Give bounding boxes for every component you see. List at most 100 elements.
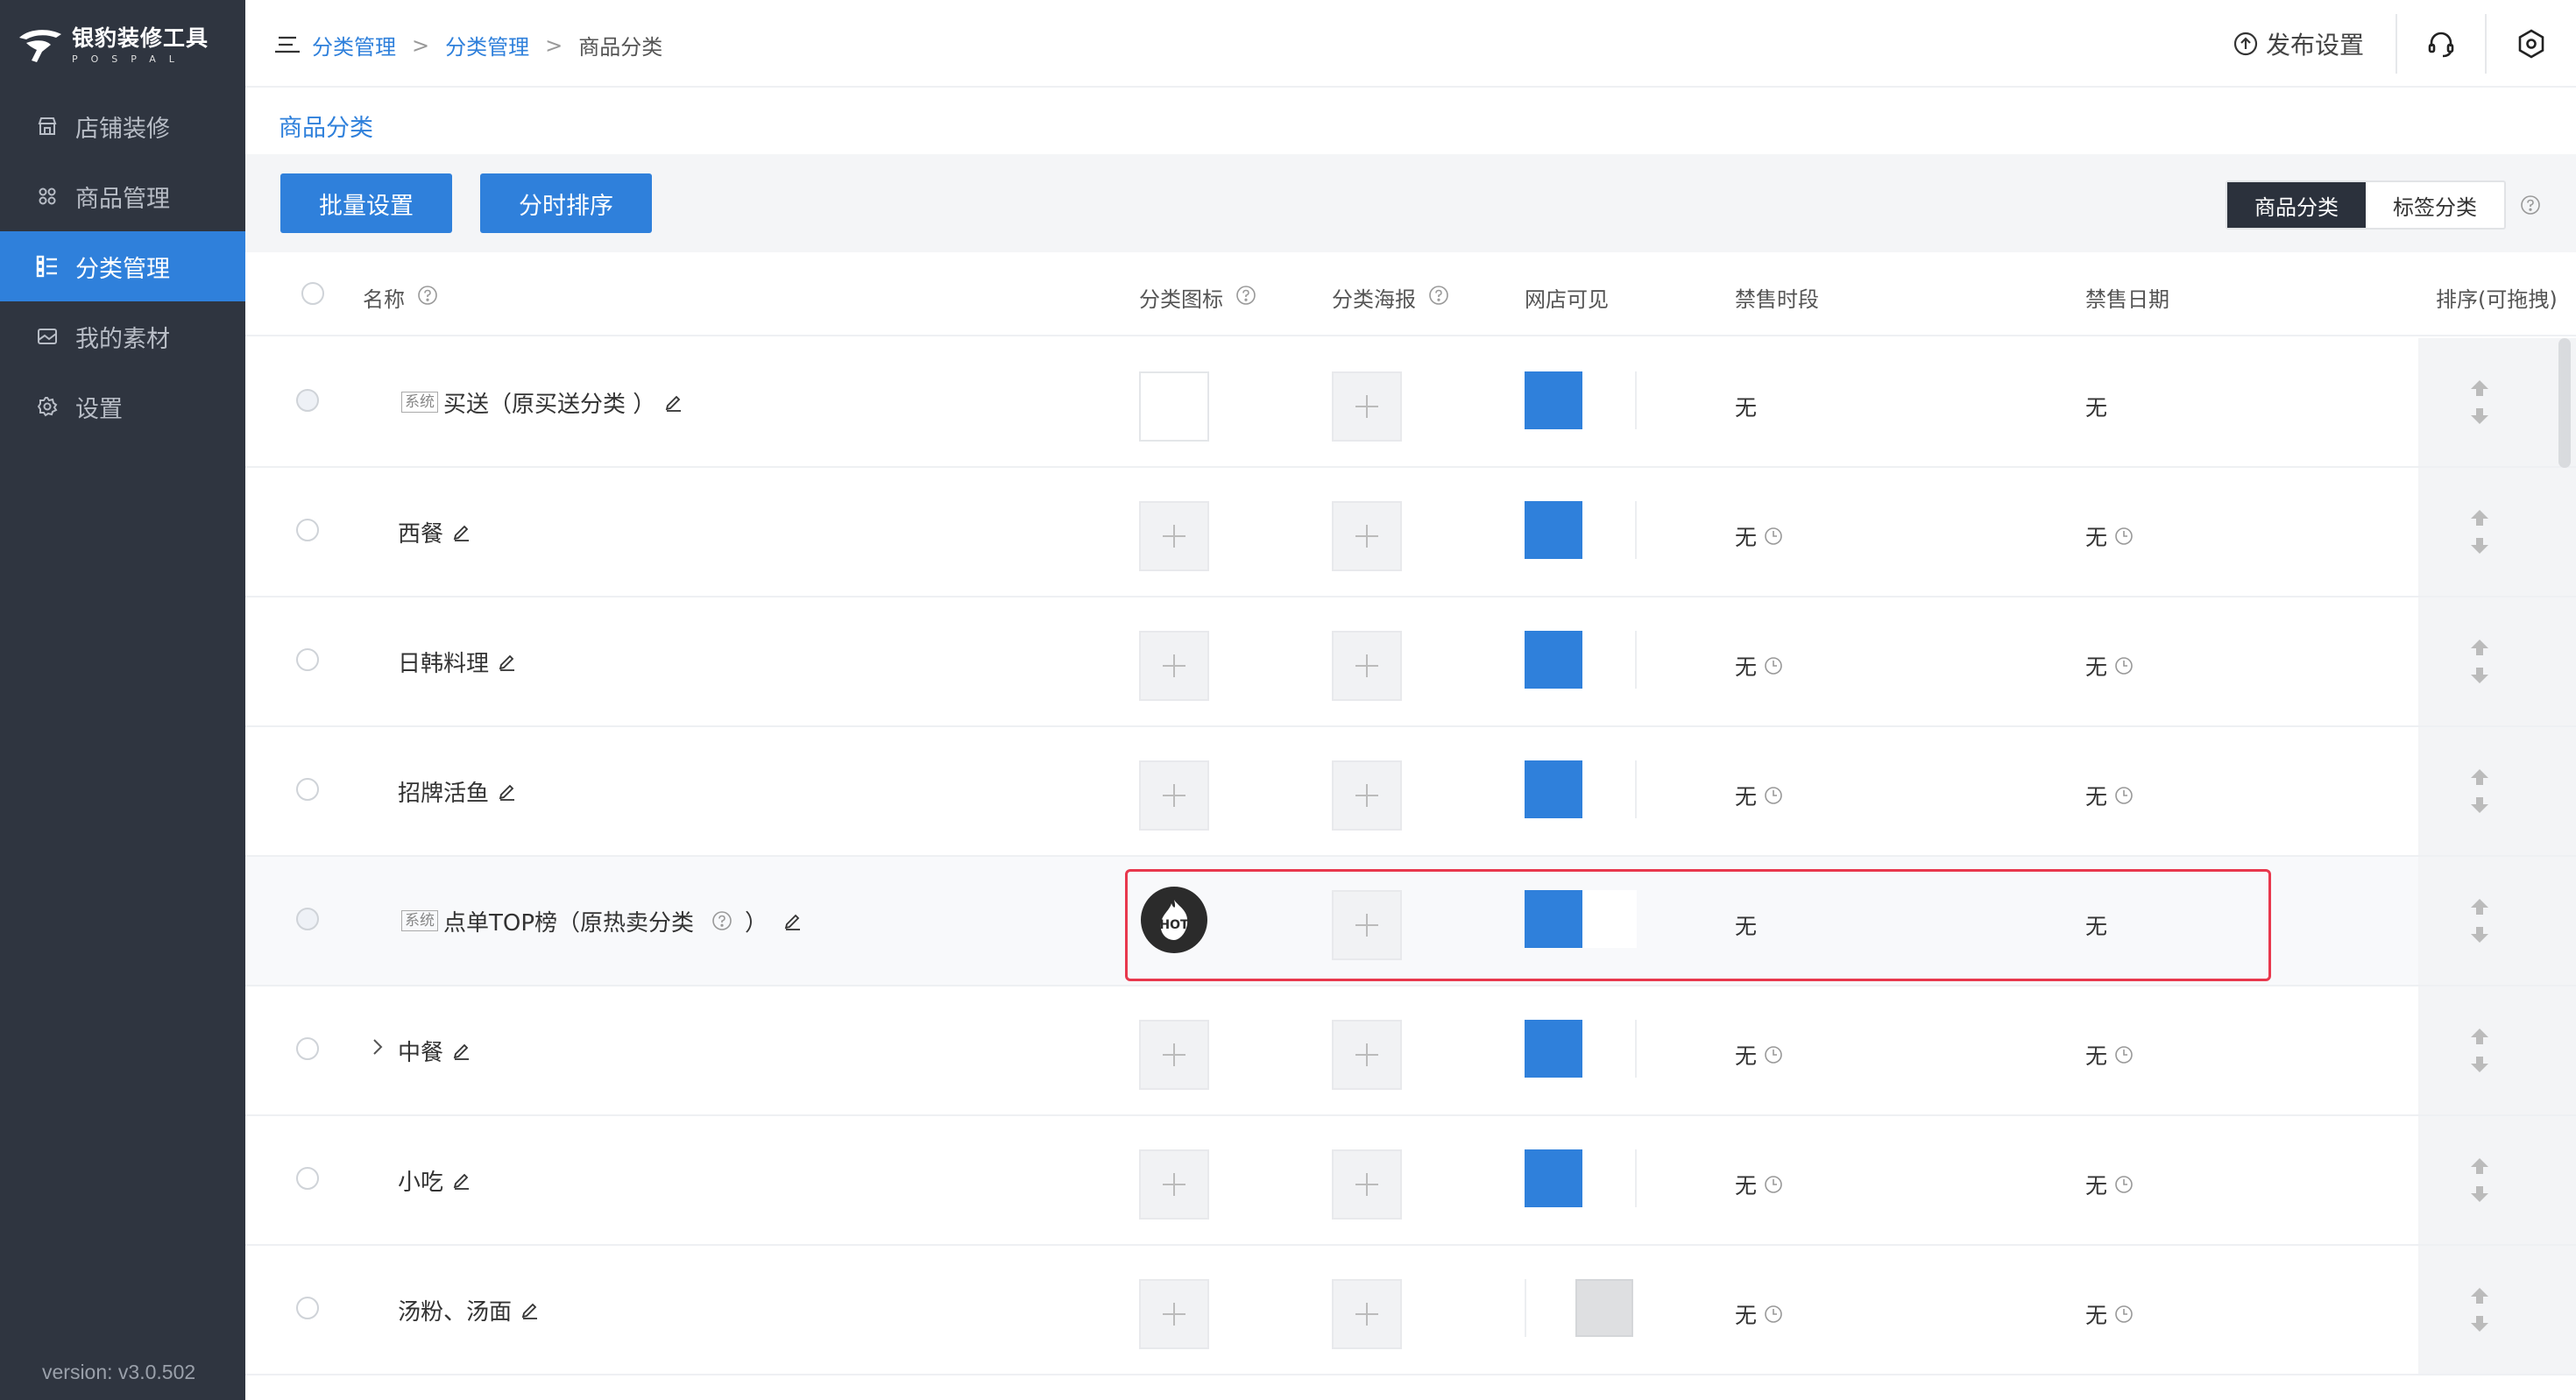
- row-radio[interactable]: [296, 1167, 319, 1190]
- sort-handle[interactable]: [2418, 468, 2576, 596]
- clock-icon[interactable]: [1764, 1175, 1783, 1194]
- select-all-radio[interactable]: [301, 282, 324, 305]
- visible-toggle[interactable]: [1525, 1020, 1637, 1078]
- icon-add-button[interactable]: [1139, 501, 1209, 571]
- edit-icon[interactable]: [452, 522, 471, 541]
- version-label: version: v3.0.502: [42, 1361, 196, 1383]
- category-name: 日韩料理: [398, 650, 490, 677]
- sort-handle[interactable]: [2418, 1246, 2576, 1374]
- sort-handle[interactable]: [2418, 597, 2576, 725]
- visible-toggle[interactable]: [1525, 1149, 1637, 1207]
- support-headset-icon[interactable]: [2397, 14, 2487, 74]
- clock-icon[interactable]: [2114, 527, 2134, 546]
- clock-icon[interactable]: [1764, 1045, 1783, 1064]
- poster-add-button[interactable]: [1332, 371, 1402, 442]
- visible-toggle[interactable]: [1525, 890, 1637, 948]
- visible-toggle[interactable]: [1525, 631, 1637, 689]
- sort-handle[interactable]: [2418, 1116, 2576, 1244]
- breadcrumb-item[interactable]: 分类管理: [445, 30, 529, 60]
- edit-icon[interactable]: [664, 392, 683, 412]
- poster-add-button[interactable]: [1332, 760, 1402, 831]
- help-icon[interactable]: [1428, 285, 1449, 311]
- poster-add-button[interactable]: [1332, 1279, 1402, 1349]
- hot-category-icon[interactable]: HOT: [1141, 887, 1207, 953]
- time-sort-button[interactable]: 分时排序: [480, 173, 652, 233]
- category-icon-slot[interactable]: [1139, 371, 1209, 442]
- poster-add-button[interactable]: [1332, 501, 1402, 571]
- sidebar-item-categories[interactable]: 分类管理: [0, 231, 245, 301]
- icon-add-button[interactable]: [1139, 1020, 1209, 1090]
- tab-tag-category[interactable]: 标签分类: [2366, 182, 2504, 228]
- poster-add-button[interactable]: [1332, 631, 1402, 701]
- time-value: 无: [1735, 1298, 1783, 1330]
- poster-add-button[interactable]: [1332, 1149, 1402, 1220]
- poster-add-button[interactable]: [1332, 890, 1402, 960]
- help-icon[interactable]: [2520, 194, 2541, 219]
- category-name: 西餐: [398, 520, 444, 548]
- sidebar-item-store-decoration[interactable]: 店铺装修: [0, 91, 245, 161]
- row-radio[interactable]: [296, 519, 319, 541]
- visible-toggle[interactable]: [1525, 371, 1637, 429]
- visible-toggle-off[interactable]: [1525, 1279, 1637, 1337]
- publish-label: 发布设置: [2265, 31, 2364, 60]
- menu-toggle-icon[interactable]: [275, 35, 301, 56]
- clock-icon[interactable]: [2114, 1305, 2134, 1324]
- breadcrumb-item[interactable]: 分类管理: [312, 30, 396, 60]
- publish-settings-button[interactable]: 发布设置: [2233, 14, 2397, 74]
- plus-icon: [1355, 784, 1378, 807]
- row-radio[interactable]: [296, 648, 319, 671]
- row-radio[interactable]: [296, 1297, 319, 1319]
- edit-icon[interactable]: [520, 1300, 540, 1319]
- date-value: 无: [2085, 1039, 2134, 1071]
- row-radio[interactable]: [296, 908, 319, 930]
- icon-add-button[interactable]: [1139, 1279, 1209, 1349]
- row-radio[interactable]: [296, 389, 319, 412]
- sidebar-item-products[interactable]: 商品管理: [0, 161, 245, 231]
- help-icon[interactable]: [711, 910, 732, 931]
- edit-icon[interactable]: [498, 781, 517, 801]
- vertical-scrollbar[interactable]: [2558, 338, 2571, 468]
- clock-icon[interactable]: [2114, 1045, 2134, 1064]
- arrow-up-icon: [2471, 769, 2488, 785]
- clock-icon[interactable]: [1764, 786, 1783, 805]
- plus-icon: [1355, 1173, 1378, 1196]
- edit-icon[interactable]: [452, 1170, 471, 1190]
- edit-icon[interactable]: [783, 911, 803, 930]
- clock-icon[interactable]: [2114, 786, 2134, 805]
- sidebar-item-settings[interactable]: 设置: [0, 371, 245, 442]
- help-icon[interactable]: [1235, 285, 1256, 311]
- clock-icon[interactable]: [2114, 1175, 2134, 1194]
- settings-hex-icon[interactable]: [2487, 14, 2576, 74]
- sort-handle[interactable]: [2418, 338, 2576, 466]
- sort-handle[interactable]: [2418, 857, 2576, 985]
- edit-icon[interactable]: [452, 1041, 471, 1060]
- tab-product-category[interactable]: 商品分类: [2227, 182, 2366, 228]
- sort-handle[interactable]: [2418, 986, 2576, 1114]
- sort-handle[interactable]: [2418, 727, 2576, 855]
- app-title: 银豹装修工具: [72, 25, 209, 51]
- icon-add-button[interactable]: [1139, 1149, 1209, 1220]
- batch-settings-button[interactable]: 批量设置: [280, 173, 452, 233]
- sidebar-item-materials[interactable]: 我的素材: [0, 301, 245, 371]
- breadcrumb-current: 商品分类: [578, 35, 663, 60]
- row-radio[interactable]: [296, 1037, 319, 1060]
- table-row: 系统 点单TOP榜（原热卖分类 ） 无 无: [245, 857, 2576, 986]
- icon-add-button[interactable]: [1139, 631, 1209, 701]
- icon-add-button[interactable]: [1139, 760, 1209, 831]
- poster-add-button[interactable]: [1332, 1020, 1402, 1090]
- category-name: 招牌活鱼: [398, 780, 490, 807]
- clock-icon[interactable]: [1764, 1305, 1783, 1324]
- chevron-right-icon[interactable]: [372, 1037, 384, 1060]
- help-icon[interactable]: [417, 285, 438, 311]
- clock-icon[interactable]: [2114, 656, 2134, 675]
- row-radio[interactable]: [296, 778, 319, 801]
- table-row: 系统 买送（原买送分类 ） 无 无: [245, 338, 2576, 468]
- visible-toggle[interactable]: [1525, 501, 1637, 559]
- visible-toggle[interactable]: [1525, 760, 1637, 818]
- clock-icon[interactable]: [1764, 527, 1783, 546]
- edit-icon[interactable]: [498, 652, 517, 671]
- table-row: 日韩料理 无 无: [245, 597, 2576, 727]
- arrow-up-icon: [2471, 1288, 2488, 1304]
- sidebar-item-label: 设置: [75, 395, 123, 423]
- clock-icon[interactable]: [1764, 656, 1783, 675]
